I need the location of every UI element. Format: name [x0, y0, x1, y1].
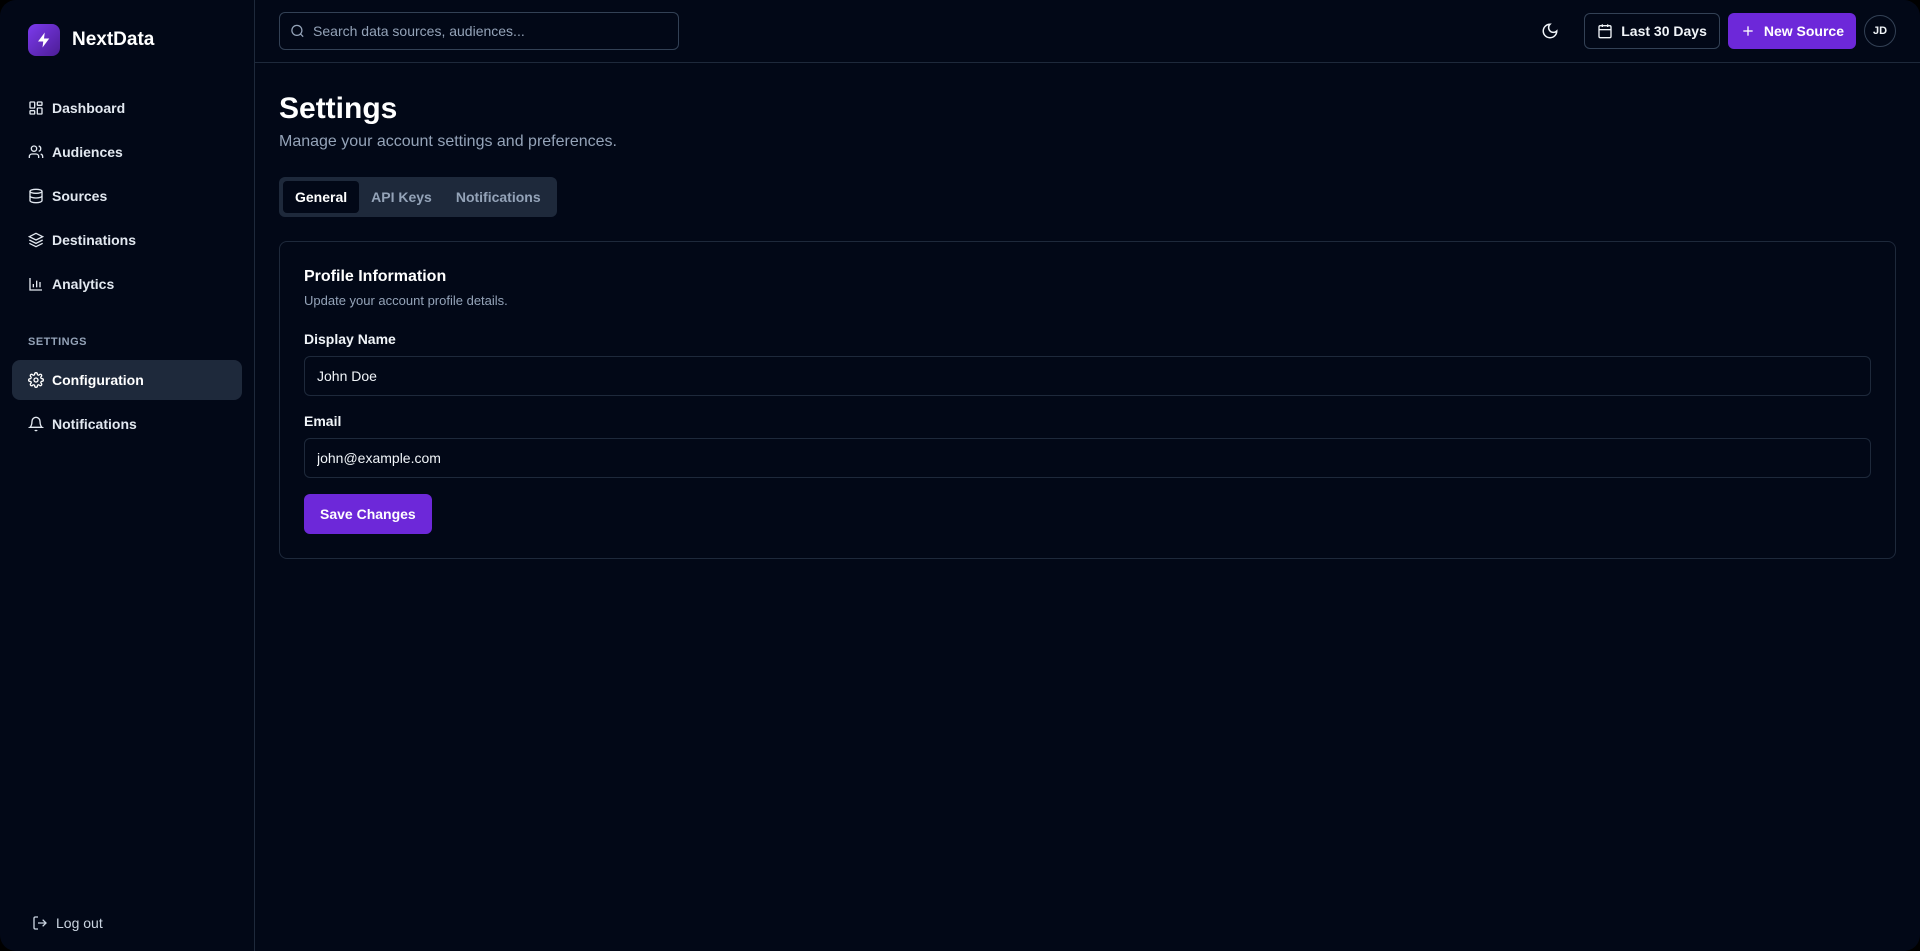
sidebar-item-analytics[interactable]: Analytics [12, 264, 242, 304]
brand[interactable]: NextData [0, 0, 254, 80]
main-area: Last 30 Days New Source JD Settings Mana… [255, 0, 1920, 951]
topbar-actions: Last 30 Days New Source JD [1532, 13, 1896, 49]
sidebar-item-label: Sources [52, 188, 108, 204]
sidebar-item-notifications[interactable]: Notifications [12, 404, 242, 444]
sidebar-item-label: Configuration [52, 372, 144, 388]
sidebar-item-dashboard[interactable]: Dashboard [12, 88, 242, 128]
users-icon [28, 145, 44, 158]
display-name-label: Display Name [304, 331, 396, 347]
profile-card: Profile Information Update your account … [279, 241, 1896, 559]
new-source-button[interactable]: New Source [1727, 13, 1856, 49]
sidebar-item-label: Destinations [52, 232, 137, 248]
new-source-label: New Source [1763, 23, 1844, 39]
sidebar-section-label: SETTINGS [28, 336, 88, 348]
search-icon [291, 24, 304, 38]
settings-nav: Configuration Notifications [0, 360, 254, 448]
search-input[interactable] [313, 23, 678, 39]
theme-toggle-button[interactable] [1532, 13, 1568, 49]
avatar[interactable]: JD [1864, 15, 1896, 47]
logout-icon [33, 916, 47, 930]
lightning-logo-icon [28, 24, 60, 56]
gear-icon [28, 372, 44, 388]
bar-chart-icon [29, 278, 42, 291]
app-name: NextData [72, 29, 155, 50]
moon-icon [1542, 23, 1558, 39]
sidebar-item-audiences[interactable]: Audiences [12, 132, 242, 172]
sidebar-item-label: Audiences [52, 144, 123, 160]
plus-icon [1743, 26, 1753, 36]
sidebar-item-destinations[interactable]: Destinations [12, 220, 242, 260]
email-label: Email [304, 413, 342, 429]
card-subtitle: Update your account profile details. [304, 293, 508, 308]
tab-general[interactable]: General [283, 181, 360, 213]
page-subtitle: Manage your account settings and prefere… [279, 133, 617, 150]
sidebar-item-label: Notifications [52, 416, 137, 432]
logout-label: Log out [56, 915, 103, 931]
save-changes-button[interactable]: Save Changes [304, 494, 432, 534]
sidebar-item-label: Analytics [52, 276, 115, 292]
page-title: Settings [279, 92, 398, 125]
date-range-button[interactable]: Last 30 Days [1584, 13, 1720, 49]
topbar: Last 30 Days New Source JD [255, 0, 1920, 63]
logout-button[interactable]: Log out [32, 915, 103, 931]
tab-notifications[interactable]: Notifications [444, 181, 553, 213]
database-icon [29, 188, 43, 204]
calendar-icon [1598, 24, 1612, 39]
tab-api-keys[interactable]: API Keys [359, 181, 444, 213]
sidebar-item-configuration[interactable]: Configuration [12, 360, 242, 400]
date-range-label: Last 30 Days [1621, 23, 1707, 39]
sidebar-item-sources[interactable]: Sources [12, 176, 242, 216]
settings-content: Settings Manage your account settings an… [255, 63, 1920, 587]
layers-icon [28, 232, 44, 248]
main-nav: Dashboard Audiences Sources Destinations… [0, 88, 254, 308]
sidebar: NextData Dashboard Audiences Sources Des… [0, 0, 255, 951]
dashboard-icon [29, 101, 43, 115]
search-box[interactable] [279, 12, 679, 50]
email-field[interactable] [304, 438, 1871, 478]
card-title: Profile Information [304, 268, 447, 285]
app-window: NextData Dashboard Audiences Sources Des… [0, 0, 1920, 951]
display-name-field[interactable] [304, 356, 1871, 396]
bell-icon [28, 416, 44, 432]
sidebar-item-label: Dashboard [52, 100, 126, 116]
settings-tabs: General API Keys Notifications [279, 177, 557, 217]
